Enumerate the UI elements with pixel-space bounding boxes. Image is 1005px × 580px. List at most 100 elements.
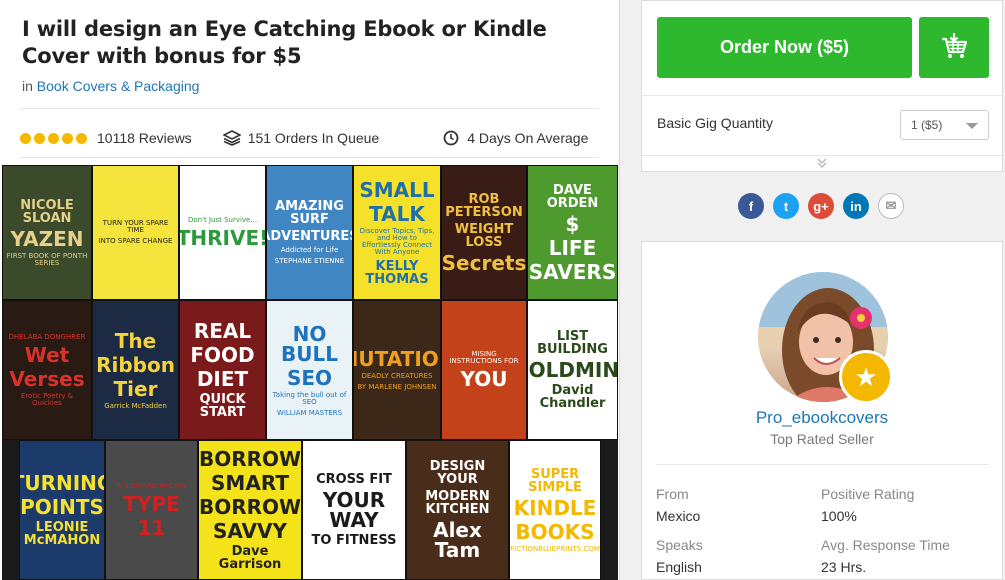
book-cover-text: Discover Topics, Tips, and How to Effort… [359, 226, 435, 256]
divider [20, 108, 599, 109]
rating-stars [20, 132, 87, 144]
book-cover: ROB PETERSON WEIGHT LOSS Secrets [441, 165, 527, 300]
book-cover: NICOLE SLOAN YAZEN FIRST BOOK OF PONTH SER… [2, 165, 92, 300]
book-cover-text: WILLIAM MASTERS [276, 408, 343, 417]
gig-gallery-image[interactable]: NICOLE SLOAN YAZEN FIRST BOOK OF PONTH SER… [2, 165, 618, 580]
book-cover-text: ROB PETERSON [445, 191, 523, 220]
book-cover: AMAZING SURF ADVENTURES Addicted for Life S… [266, 165, 353, 300]
order-now-button[interactable]: Order Now ($5) [657, 17, 912, 78]
book-cover-text: SEO [286, 365, 333, 390]
book-cover-text: KELLY THOMAS [365, 258, 429, 287]
seller-response-time: Avg. Response Time 23 Hrs. [821, 537, 950, 575]
star-icon [20, 132, 31, 144]
gig-stats: 10118 Reviews 151 Orders In Queue 4 Days… [20, 128, 588, 148]
book-cover-text: FIRST BOOK OF PONTH SERIES [6, 251, 88, 267]
from-label: From [656, 486, 689, 502]
category-prefix: in [22, 78, 33, 94]
book-cover-text: CROSS FIT [316, 472, 392, 487]
book-cover: LIST BUILDINGGOLDMINEDavid Chandler [527, 300, 618, 440]
book-cover-text: DIET [196, 367, 249, 391]
book-cover-text: BORROW [198, 495, 302, 519]
category-link[interactable]: Book Covers & Packaging [37, 78, 200, 94]
response-value: 23 Hrs. [821, 559, 867, 575]
seller-username[interactable]: Pro_ebookcovers [642, 408, 1002, 428]
top-rated-badge: ★ [839, 350, 893, 404]
divider [656, 464, 988, 465]
book-cover-text: YOUR WAY [322, 488, 386, 532]
twitter-icon[interactable]: t [773, 193, 799, 219]
book-cover-text: Garrick McFadden [104, 401, 167, 410]
star-icon [48, 132, 59, 144]
response-label: Avg. Response Time [821, 537, 950, 553]
book-cover-text: Verses [9, 366, 85, 391]
book-cover-text: Wet [24, 342, 70, 367]
gig-category: in Book Covers & Packaging [22, 78, 199, 94]
book-cover: CROSS FIT YOUR WAY TO FITNESS [302, 440, 406, 580]
book-cover-text: Addicted for Life [280, 246, 339, 254]
book-cover-text: R. EDWARD McCAIN [116, 481, 187, 490]
book-cover-text: Don't Just Survive... [187, 216, 258, 224]
book-cover-text: THRIVE! [179, 226, 266, 250]
book-cover-text: Taking the bull out of SEO [272, 390, 347, 406]
add-to-cart-button[interactable] [919, 17, 989, 78]
book-cover-text: MODERN KITCHEN [425, 489, 490, 517]
from-value: Mexico [656, 508, 701, 524]
double-chevron-down-icon[interactable] [816, 157, 828, 170]
quantity-select[interactable]: 1 ($5) [900, 110, 989, 140]
star-icon [62, 132, 73, 144]
gig-title: I will design an Eye Catching Ebook or K… [22, 17, 547, 68]
book-cover: REAL FOOD DIET QUICK START [179, 300, 266, 440]
facebook-icon[interactable]: f [738, 193, 764, 219]
speaks-value: English [656, 559, 702, 575]
book-cover: TURN YOUR SPARE TIME INTO SPARE CHANGE [92, 165, 179, 300]
book-cover-text: AMAZING SURF [275, 199, 344, 227]
rating-label: Positive Rating [821, 486, 915, 502]
book-cover-text: $ [565, 211, 580, 236]
gig-main-panel: I will design an Eye Catching Ebook or K… [0, 0, 620, 580]
cart-icon [939, 30, 969, 65]
reviews-count[interactable]: 10118 Reviews [97, 130, 192, 146]
linkedin-icon[interactable]: in [843, 193, 869, 219]
book-cover-text: ADVENTURES [267, 229, 352, 244]
book-cover-text: DESIGN YOUR [429, 459, 486, 487]
book-cover: TURNINGPOINTSLEONIE McMAHON [19, 440, 105, 580]
book-cover-text: Dave Garrison [218, 544, 282, 572]
book-cover-text: INTO SPARE CHANGE [98, 237, 173, 245]
book-cover-text: 11 [137, 515, 166, 540]
book-cover-text: TO FITNESS [311, 533, 397, 548]
book-cover-text: SAVERS [528, 259, 617, 284]
google-plus-icon[interactable]: g+ [808, 193, 834, 219]
book-cover-text: Erotic Poetry & Quickies [20, 391, 74, 407]
book-cover-text: Ribbon [96, 352, 175, 377]
seller-card: ★ Pro_ebookcovers Top Rated Seller From … [641, 241, 1003, 580]
book-cover-text: The [114, 328, 157, 353]
book-cover-text: WEIGHT LOSS [454, 221, 514, 250]
book-cover-text: POINTS [20, 495, 104, 519]
book-cover-text: Tier [113, 376, 158, 401]
book-cover-text: DHELABA DONGHRER [8, 332, 86, 341]
book-cover-text: SAVVY [213, 519, 287, 543]
book-cover-text: NICOLE SLOAN [20, 197, 74, 226]
book-cover-text: SMART [211, 471, 289, 495]
book-cover-text: DEADLY CREATURES [361, 372, 433, 380]
share-bar: f t g+ in ✉ [738, 193, 904, 219]
book-cover-text: BY MARLENE JOHNSEN [357, 383, 437, 391]
order-panel: Order Now ($5) Basic Gig Quantity 1 ($5) [641, 0, 1003, 172]
book-cover-text: KINDLE [513, 495, 597, 520]
email-icon[interactable]: ✉ [878, 193, 904, 219]
book-cover: R. EDWARD McCAIN TYPE 11 [105, 440, 198, 580]
book-cover: SMALL TALK Discover Topics, Tips, and How … [353, 165, 441, 300]
book-cover: SUPER SIMPLE KINDLE BOOKS FICTIONBLUEPRINTS… [509, 440, 601, 580]
book-cover-text: SUPER SIMPLE [528, 466, 582, 495]
book-cover-text: NO BULL [281, 321, 338, 366]
book-cover-text: BOOKS [515, 519, 595, 544]
seller-speaks: Speaks English [656, 537, 703, 575]
book-cover-text: TALK [369, 201, 425, 226]
layers-icon [222, 128, 242, 148]
divider [642, 95, 1002, 96]
book-cover-text: Alex Tam [433, 518, 482, 562]
book-cover: BORROW SMART BORROW SAVVY Dave Garrison [198, 440, 302, 580]
book-cover-text: BORROW [198, 447, 302, 471]
book-cover: DHELABA DONGHRER Wet Verses Erotic Poetry &… [2, 300, 92, 440]
book-cover: The Ribbon Tier Garrick McFadden [92, 300, 179, 440]
